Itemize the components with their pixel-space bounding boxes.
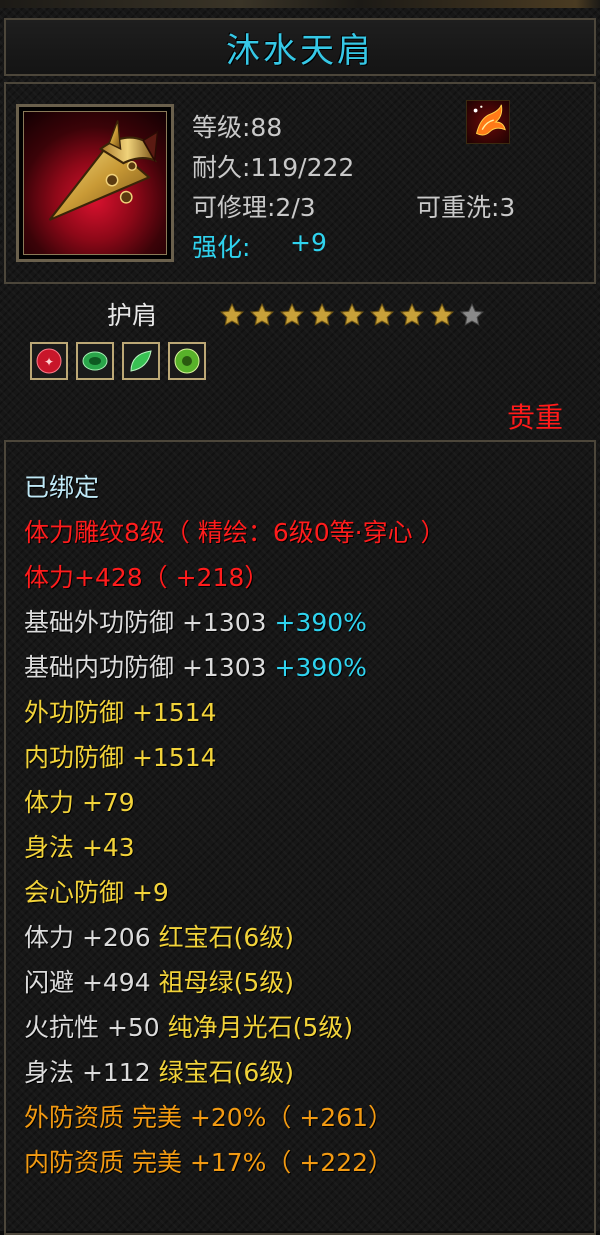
gem-bonus-line: 体力 +206 红宝石(6级) <box>24 923 294 952</box>
star-rating <box>217 301 487 329</box>
item-tooltip-panel: 沐水天肩 等级:88 耐久:119/222 可修理:2/3 可重洗:3 强化: … <box>0 8 600 1235</box>
phoenix-effect-icon[interactable] <box>466 100 510 144</box>
star-filled-icon <box>277 301 307 329</box>
star-filled-icon <box>307 301 337 329</box>
base-outer-defense: 基础外功防御 +1303 +390% <box>24 608 367 637</box>
rarity-label: 贵重 <box>506 401 563 434</box>
red-gem-icon[interactable]: ✦ <box>30 342 68 380</box>
inner-defense-quality: 内防资质 完美 +17%（ +222） <box>24 1148 394 1177</box>
enhance-value: +9 <box>290 228 327 257</box>
outer-defense: 外功防御 +1514 <box>24 698 217 727</box>
star-filled-icon <box>337 301 367 329</box>
green-leaf-gem-icon[interactable] <box>122 342 160 380</box>
title-bar: 沐水天肩 <box>4 18 596 76</box>
level-stat: 等级:88 <box>192 113 283 142</box>
rewash-stat: 可重洗:3 <box>416 193 516 222</box>
star-filled-icon <box>367 301 397 329</box>
green-gem-icon[interactable] <box>76 342 114 380</box>
outer-defense-quality: 外防资质 完美 +20%（ +261） <box>24 1103 394 1132</box>
item-type-label: 护肩 <box>107 301 158 330</box>
base-inner-defense: 基础内功防御 +1303 +390% <box>24 653 367 682</box>
jade-gem-icon[interactable] <box>168 342 206 380</box>
engraving-bonus-line: 体力+428（ +218） <box>24 563 270 592</box>
gem-bonus-line: 闪避 +494 祖母绿(5级) <box>24 968 294 997</box>
agility-stat: 身法 +43 <box>24 833 135 862</box>
star-empty-icon <box>457 301 487 329</box>
gem-slots: ✦ <box>30 342 206 380</box>
star-filled-icon <box>397 301 427 329</box>
attributes-box: 已绑定 体力雕纹8级（ 精绘：6级0等·穿心 ） 体力+428（ +218） 基… <box>4 440 596 1235</box>
crit-defense-stat: 会心防御 +9 <box>24 878 169 907</box>
inner-defense: 内功防御 +1514 <box>24 743 217 772</box>
star-filled-icon <box>217 301 247 329</box>
shoulder-armor-icon <box>23 111 167 255</box>
item-name: 沐水天肩 <box>226 30 374 71</box>
gem-bonus-line: 身法 +112 绿宝石(6级) <box>24 1058 294 1087</box>
durability-stat: 耐久:119/222 <box>192 153 355 182</box>
enhance-label: 强化: <box>192 233 251 262</box>
item-icon-frame <box>16 104 174 262</box>
star-filled-icon <box>427 301 457 329</box>
gem-bonus-line: 火抗性 +50 纯净月光石(5级) <box>24 1013 354 1042</box>
svg-text:✦: ✦ <box>44 355 54 369</box>
top-border-strip <box>0 0 600 8</box>
engraving-line: 体力雕纹8级（ 精绘：6级0等·穿心 ） <box>24 518 446 547</box>
repairable-stat: 可修理:2/3 <box>192 193 316 222</box>
star-filled-icon <box>247 301 277 329</box>
bound-status: 已绑定 <box>24 473 100 502</box>
stamina-stat: 体力 +79 <box>24 788 135 817</box>
